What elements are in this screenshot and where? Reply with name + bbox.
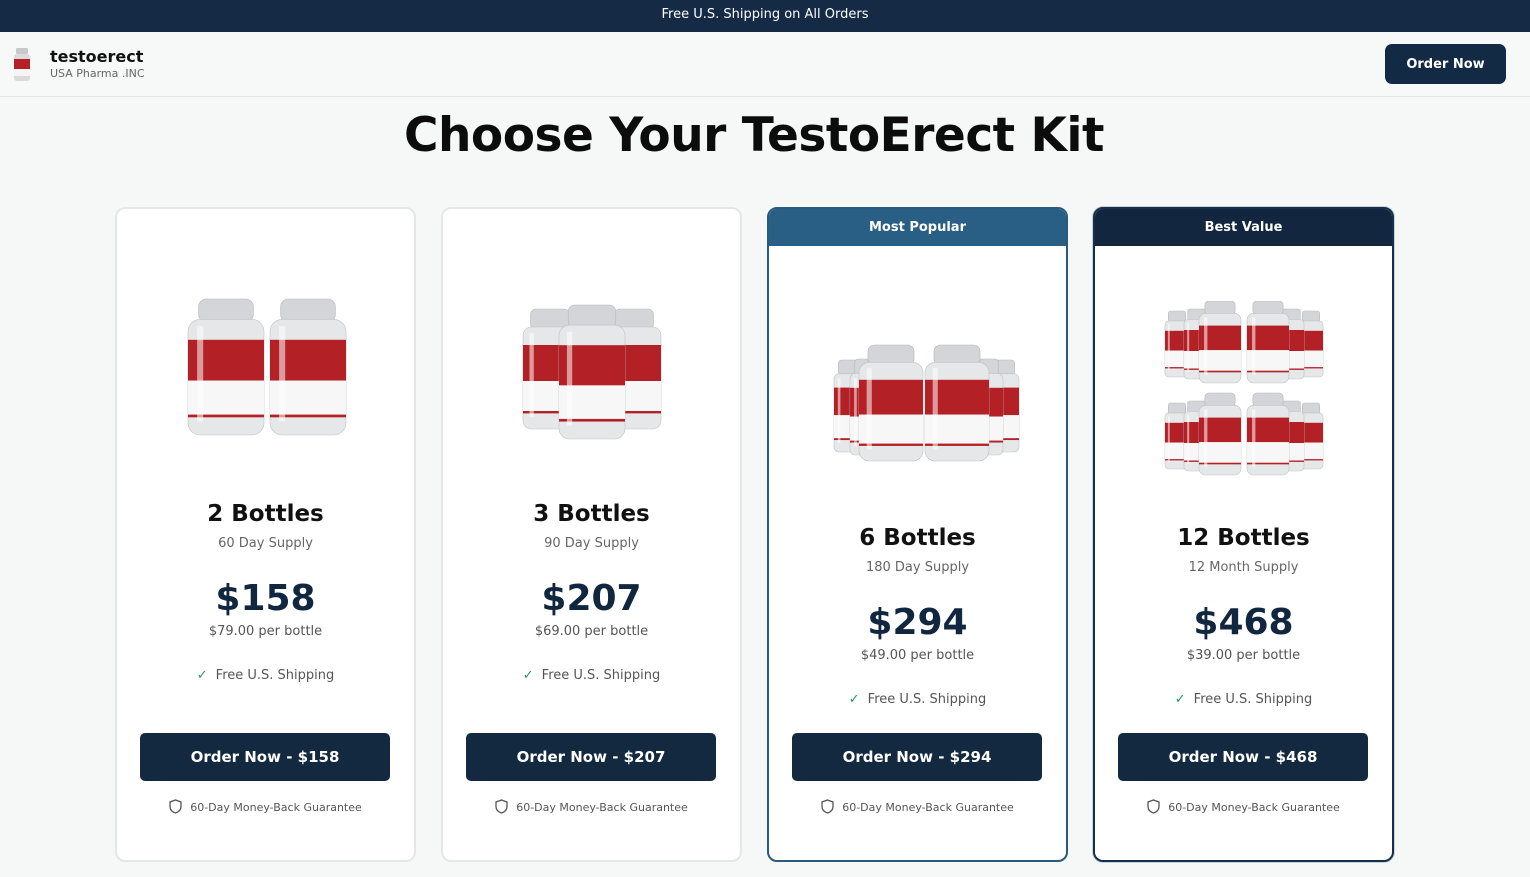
card-price: $468 xyxy=(1193,602,1294,643)
card-supply: 12 Month Supply xyxy=(1188,560,1299,575)
best-value-badge: Best Value xyxy=(1095,209,1392,246)
product-image xyxy=(769,324,1066,504)
card-shipping: ✓ Free U.S. Shipping xyxy=(443,668,740,683)
card-price: $158 xyxy=(215,578,316,619)
check-icon: ✓ xyxy=(522,668,534,683)
card-shipping-label: Free U.S. Shipping xyxy=(867,692,987,707)
pricing-card-12-bottles: Best Value 12 Bottles 12 Month Supply $4… xyxy=(1093,207,1394,862)
card-shipping-label: Free U.S. Shipping xyxy=(1193,692,1313,707)
card-guarantee: 60-Day Money-Back Guarantee xyxy=(117,799,414,814)
card-title: 6 Bottles xyxy=(859,525,976,551)
card-price: $294 xyxy=(867,602,968,643)
bottle-icon xyxy=(1198,392,1241,476)
card-per-bottle: $39.00 per bottle xyxy=(1186,648,1301,663)
bottle-icon xyxy=(14,48,30,81)
product-image xyxy=(117,297,414,477)
most-popular-badge: Most Popular xyxy=(769,209,1066,246)
pricing-card-2-bottles: 2 Bottles 60 Day Supply $158 $79.00 per … xyxy=(115,207,416,862)
shield-icon xyxy=(821,799,834,814)
order-button-3-bottles[interactable]: Order Now - $207 xyxy=(466,733,716,781)
bottle-icon xyxy=(558,304,625,440)
card-title: 3 Bottles xyxy=(533,501,650,527)
card-shipping: ✓ Free U.S. Shipping xyxy=(1095,692,1392,707)
shield-icon xyxy=(1147,799,1160,814)
check-icon: ✓ xyxy=(848,692,860,707)
card-shipping-label: Free U.S. Shipping xyxy=(215,668,335,683)
card-shipping: ✓ Free U.S. Shipping xyxy=(769,692,1066,707)
bottle-icon xyxy=(1246,392,1289,476)
bottle-icon xyxy=(187,298,264,436)
order-button-6-bottles[interactable]: Order Now - $294 xyxy=(792,733,1042,781)
brand-name[interactable]: testoerect xyxy=(50,47,143,66)
card-guarantee: 60-Day Money-Back Guarantee xyxy=(443,799,740,814)
shipping-banner: Free U.S. Shipping on All Orders xyxy=(0,0,1530,32)
card-price: $207 xyxy=(541,578,642,619)
card-guarantee-label: 60-Day Money-Back Guarantee xyxy=(190,801,362,814)
bottle-icon xyxy=(924,344,989,462)
bottle-icon xyxy=(1198,301,1241,384)
bottle-icon xyxy=(1246,301,1289,384)
card-supply: 90 Day Supply xyxy=(544,536,639,551)
brand-subtitle: USA Pharma .INC xyxy=(50,67,145,80)
order-button-2-bottles[interactable]: Order Now - $158 xyxy=(140,733,390,781)
check-icon: ✓ xyxy=(1174,692,1186,707)
card-shipping: ✓ Free U.S. Shipping xyxy=(117,668,414,683)
shield-icon xyxy=(169,799,182,814)
header-order-button[interactable]: Order Now xyxy=(1385,44,1506,84)
site-header xyxy=(0,32,1530,97)
card-guarantee-label: 60-Day Money-Back Guarantee xyxy=(516,801,688,814)
order-button-12-bottles[interactable]: Order Now - $468 xyxy=(1118,733,1368,781)
pricing-card-6-bottles: Most Popular 6 Bottles 180 Day Supply $2… xyxy=(767,207,1068,862)
shipping-banner-text: Free U.S. Shipping on All Orders xyxy=(661,7,869,22)
product-image xyxy=(443,297,740,477)
shield-icon xyxy=(495,799,508,814)
check-icon: ✓ xyxy=(196,668,208,683)
card-per-bottle: $69.00 per bottle xyxy=(534,624,649,639)
card-shipping-label: Free U.S. Shipping xyxy=(541,668,661,683)
card-guarantee-label: 60-Day Money-Back Guarantee xyxy=(842,801,1014,814)
card-title: 2 Bottles xyxy=(207,501,324,527)
product-image xyxy=(1095,301,1392,481)
pricing-card-3-bottles: 3 Bottles 90 Day Supply $207 $69.00 per … xyxy=(441,207,742,862)
card-supply: 180 Day Supply xyxy=(865,560,970,575)
page-title: Choose Your TestoErect Kit xyxy=(403,108,1105,163)
card-guarantee: 60-Day Money-Back Guarantee xyxy=(1095,799,1392,814)
card-supply: 60 Day Supply xyxy=(218,536,313,551)
card-per-bottle: $49.00 per bottle xyxy=(860,648,975,663)
bottle-icon xyxy=(858,344,923,462)
bottle-icon xyxy=(269,298,346,436)
card-guarantee: 60-Day Money-Back Guarantee xyxy=(769,799,1066,814)
card-title: 12 Bottles xyxy=(1177,525,1310,551)
card-per-bottle: $79.00 per bottle xyxy=(208,624,323,639)
card-guarantee-label: 60-Day Money-Back Guarantee xyxy=(1168,801,1340,814)
